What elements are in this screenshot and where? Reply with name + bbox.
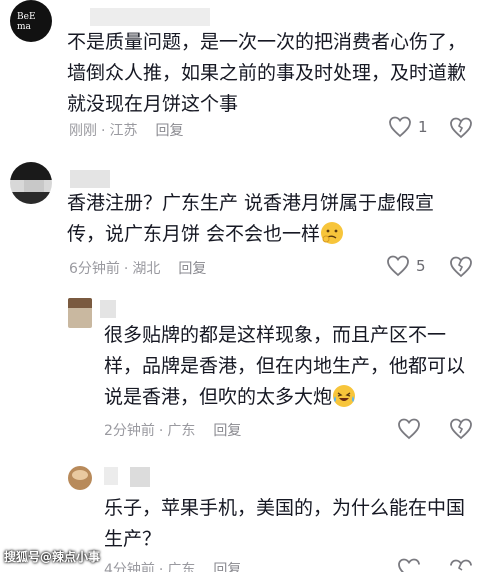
comment-text: 香港注册？广东生产 说香港月饼属于虚假宣传，说广东月饼 会不会也一样 <box>67 192 435 245</box>
reply-button[interactable]: 回复 <box>213 423 241 439</box>
watermark: 搜狐号@辣点小事 <box>4 550 101 564</box>
reply-button[interactable]: 回复 <box>213 562 241 572</box>
comment-text: 很多贴牌的都是这样现象，而且产区不一样，品牌是香港，但在内地生产，他都可以说是香… <box>104 324 466 408</box>
comment-location: 湖北 <box>132 261 161 277</box>
comment-location: 广东 <box>167 562 196 572</box>
username-redacted <box>130 467 150 487</box>
dislike-button[interactable] <box>449 558 473 572</box>
comment-text: 不是质量问题，是一次一次的把消费者心伤了，墙倒众人推，如果之前的事及时处理，及时… <box>67 31 467 115</box>
avatar[interactable] <box>10 162 52 204</box>
broken-heart-icon <box>450 418 472 440</box>
emoji-thinking-icon <box>321 222 344 244</box>
like-button[interactable]: 1 <box>388 116 428 138</box>
avatar[interactable] <box>68 466 92 490</box>
emoji-laughing-tears-icon <box>333 385 356 407</box>
comment-meta: 刚刚 · 江苏 回复 <box>69 123 184 139</box>
dislike-button[interactable] <box>449 418 473 444</box>
username-redacted <box>70 170 110 188</box>
comment-meta: 2分钟前 · 广东 回复 <box>104 423 242 439</box>
like-count: 1 <box>418 118 428 136</box>
broken-heart-icon <box>450 256 472 278</box>
dislike-button[interactable] <box>449 256 473 282</box>
comment-meta: 4分钟前 · 广东 回复 <box>104 559 241 572</box>
avatar[interactable] <box>68 298 92 328</box>
like-count: 5 <box>416 257 426 275</box>
like-button[interactable]: 5 <box>386 255 426 277</box>
heart-icon <box>387 255 409 277</box>
heart-icon <box>398 418 420 440</box>
username-redacted <box>100 300 116 318</box>
like-button[interactable] <box>397 418 421 440</box>
reply-button[interactable]: 回复 <box>178 261 206 277</box>
username-redacted <box>90 8 210 26</box>
comment-time: 刚刚 <box>69 123 97 139</box>
avatar-logo-text: BeE ma <box>17 12 36 32</box>
avatar[interactable]: BeE ma <box>10 0 52 42</box>
broken-heart-icon <box>450 117 472 139</box>
like-button[interactable] <box>397 558 421 572</box>
dislike-button[interactable] <box>449 117 473 143</box>
reply-button[interactable]: 回复 <box>155 123 183 139</box>
heart-icon <box>398 558 420 572</box>
comment-location: 广东 <box>167 423 196 439</box>
comment-time: 2分钟前 <box>104 423 155 439</box>
comment-meta: 6分钟前 · 湖北 回复 <box>69 261 207 277</box>
heart-icon <box>389 116 411 138</box>
comment-location: 江苏 <box>109 123 138 139</box>
username-redacted <box>104 467 118 485</box>
comment-text: 乐子，苹果手机，美国的，为什么能在中国生产？ <box>104 497 466 550</box>
broken-heart-icon <box>450 559 472 571</box>
comment-time: 4分钟前 <box>104 562 155 572</box>
comment-time: 6分钟前 <box>69 261 120 277</box>
